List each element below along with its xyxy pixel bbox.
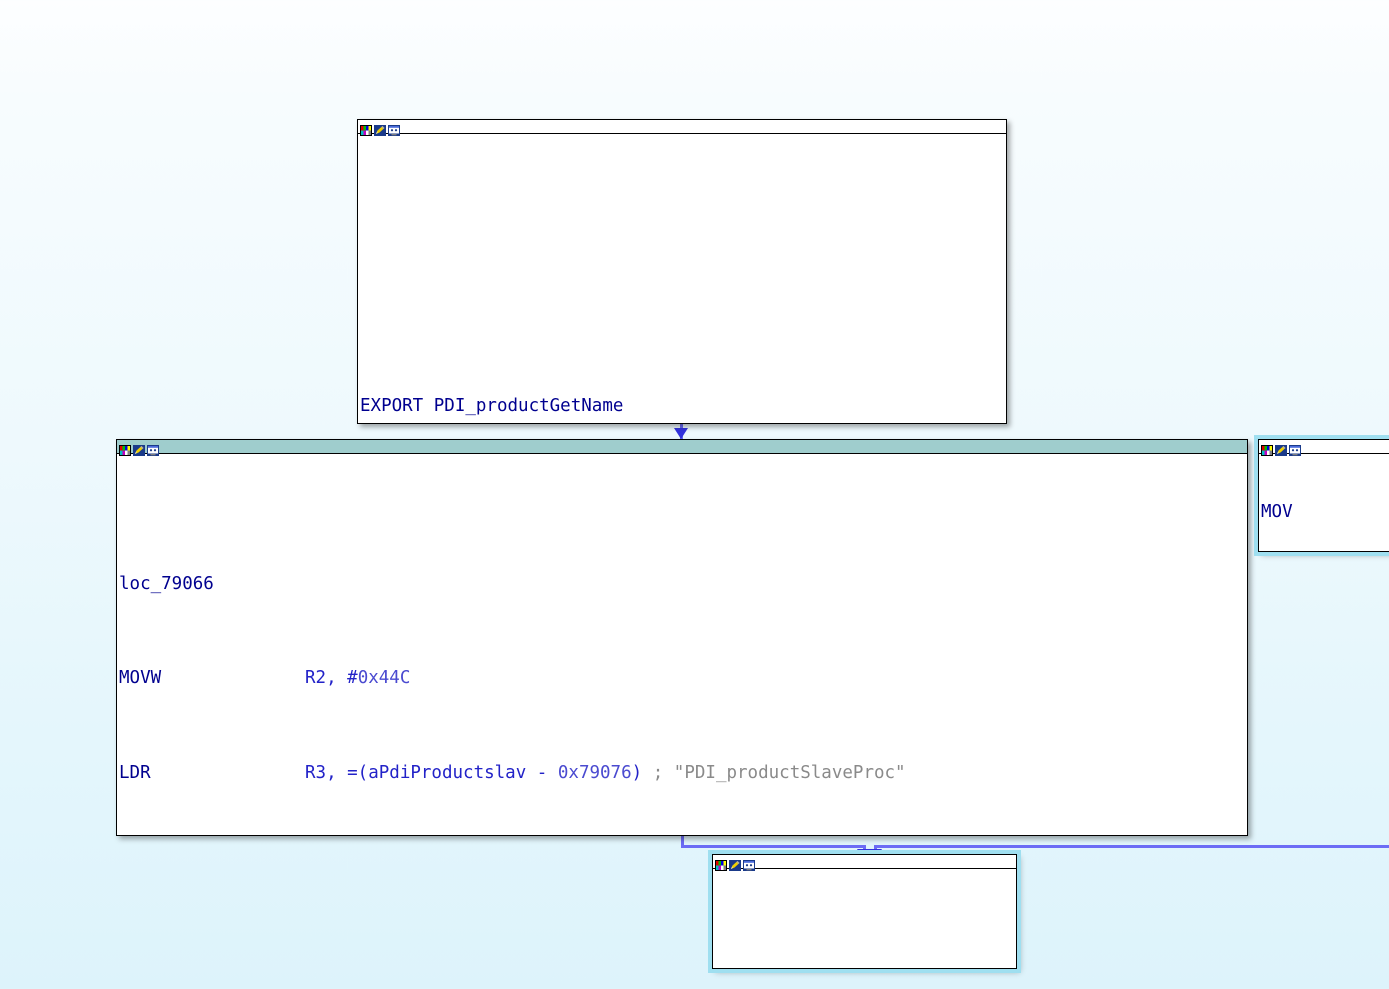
block-titlebar-entry[interactable]: [358, 120, 1006, 136]
block-code-exit: loc_79046 ADDSP, SP, #8 POP{R4,PC}: [713, 869, 1016, 968]
block-titlebar-body[interactable]: [117, 440, 1247, 456]
code-line-export: EXPORT PDI_productGetName: [360, 395, 624, 416]
code-line-instruction: MOVW R2, #0x44C: [119, 668, 411, 689]
block-code-side: MOV MOVS ADDS STR: [1259, 454, 1389, 551]
color-palette-icon[interactable]: [1261, 441, 1273, 456]
block-titlebar-side[interactable]: [1259, 440, 1389, 456]
pencil-edit-icon[interactable]: [133, 441, 145, 456]
screen-window-icon[interactable]: [1289, 441, 1301, 456]
block-code-entry: EXPORT PDI_productGetName PDI_productGet…: [358, 134, 1006, 423]
pencil-edit-icon[interactable]: [729, 856, 741, 871]
pencil-edit-icon[interactable]: [374, 121, 386, 136]
pencil-edit-icon[interactable]: [1275, 441, 1287, 456]
code-line-label: loc_79066: [119, 573, 214, 594]
code-line-instruction: MOV: [1261, 502, 1293, 523]
block-code-body: loc_79066 MOVW R2, #0x44C LDR R3, =(aPdiPr…: [117, 454, 1247, 835]
basic-block-entry[interactable]: EXPORT PDI_productGetName PDI_productGet…: [357, 119, 1007, 424]
screen-window-icon[interactable]: [147, 441, 159, 456]
edge-entry-to-body-arrowhead: [674, 428, 688, 439]
basic-block-exit[interactable]: loc_79046 ADDSP, SP, #8 POP{R4,PC}: [708, 850, 1021, 973]
edge-side-exit-horiz: [874, 845, 1389, 848]
color-palette-icon[interactable]: [119, 441, 131, 456]
screen-window-icon[interactable]: [743, 856, 755, 871]
block-titlebar-exit[interactable]: [713, 855, 1016, 871]
code-line-instruction: LDR R3, =(aPdiProductslav - 0x79076) ; "P…: [119, 763, 906, 784]
color-palette-icon[interactable]: [360, 121, 372, 136]
edge-body-exit-horiz: [681, 845, 866, 848]
screen-window-icon[interactable]: [388, 121, 400, 136]
color-palette-icon[interactable]: [715, 856, 727, 871]
basic-block-side[interactable]: MOV MOVS ADDS STR: [1254, 435, 1389, 556]
basic-block-body[interactable]: loc_79066 MOVW R2, #0x44C LDR R3, =(aPdiPr…: [116, 439, 1248, 836]
graph-canvas[interactable]: EXPORT PDI_productGetName PDI_productGet…: [0, 0, 1389, 989]
